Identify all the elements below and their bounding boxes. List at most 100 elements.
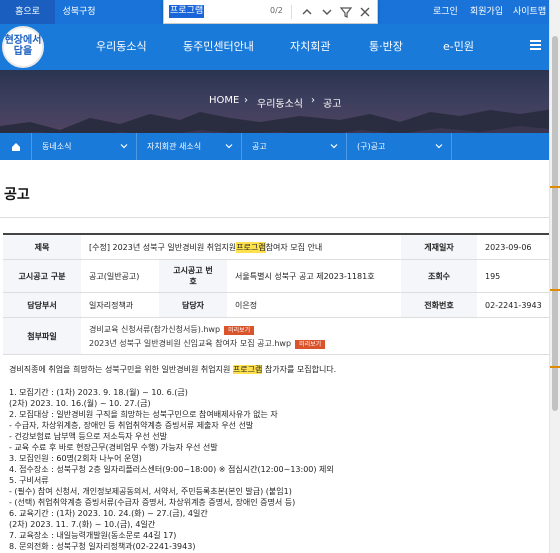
- intro-text: 경비직종에 취업을 희망하는 성북구민을 위한 일반경비원 취업지원: [9, 365, 233, 374]
- header-cell: 고시공고 번호: [159, 260, 227, 292]
- header-cell: 조회수: [401, 260, 477, 292]
- attachment-item: 경비교육 신청서류(참가신청서등).hwp 미리보기: [89, 324, 255, 335]
- body-line: 4. 접수장소 : 성북구청 2층 일자리플러스센터(9:00~18:00) ※…: [9, 465, 334, 474]
- logo-text: 현장에서답을: [4, 35, 42, 57]
- body-line: 1. 모집기간 : (1차) 2023. 9. 18.(월) ~ 10. 6.(…: [9, 388, 188, 397]
- body-line: - 건강보험료 납부액 등으로 저소득자 우선 선발: [9, 432, 167, 441]
- notice-detail-table: 제목 [수정] 2023년 성북구 일반경비원 취업지원 프로그램 참여자 모집…: [3, 233, 549, 355]
- subnav-label: (구)공고: [357, 142, 386, 151]
- breadcrumb-separator: ›: [244, 95, 248, 106]
- notice-number: 서울특별시 성북구 공고 제2023-1181호: [235, 271, 375, 281]
- body-line: 7. 교육장소 : 내일능력개발원(동소문로 44길 17): [9, 531, 177, 540]
- find-match-count: 0/2: [270, 6, 283, 15]
- close-icon[interactable]: [356, 3, 374, 21]
- attachment-item: 2023년 성북구 일반경비원 신임교육 참여자 모집 공고.hwp 미리보기: [89, 338, 326, 349]
- post-date: 2023-09-06: [485, 242, 532, 252]
- attachment-link[interactable]: 경비교육 신청서류(참가신청서등).hwp: [89, 325, 220, 334]
- chevron-down-icon: [120, 144, 128, 149]
- chevron-down-icon: [330, 144, 338, 149]
- scrollbar-thumb[interactable]: [552, 36, 558, 411]
- home-tab[interactable]: 홈으로: [0, 0, 55, 24]
- chevron-down-icon[interactable]: [318, 3, 336, 21]
- login-link[interactable]: 로그인: [433, 0, 458, 24]
- title-divider: [0, 217, 549, 218]
- breadcrumb-news[interactable]: 우리동소식: [257, 95, 303, 110]
- preview-button[interactable]: 미리보기: [224, 326, 255, 335]
- body-line: - 교육 수료 후 바로 현장근무(경비업무 수행) 가능자 우선 선발: [9, 443, 218, 452]
- chevron-down-icon: [435, 144, 443, 149]
- filter-icon[interactable]: [337, 3, 355, 21]
- nav-news[interactable]: 우리동소식: [96, 38, 147, 54]
- subnav-home-button[interactable]: [0, 133, 32, 160]
- seongbuk-gu-tab[interactable]: 성북구청: [55, 0, 103, 24]
- body-line: - (선택) 취업취약계층 증빙서류(수급자 증명서, 차상위계층 증명서, 장…: [9, 498, 296, 507]
- find-match-marker: [550, 289, 560, 291]
- body-line: 6. 교육기간 : (1차) 2023. 10. 24.(화) ~ 27.(금)…: [9, 509, 208, 518]
- preview-button[interactable]: 미리보기: [295, 340, 326, 349]
- subnav-label: 공고: [252, 142, 267, 151]
- chevron-up-icon[interactable]: [298, 3, 316, 21]
- join-link[interactable]: 회원가입: [470, 0, 503, 24]
- notice-intro: 경비직종에 취업을 희망하는 성북구민을 위한 일반경비원 취업지원 프로그램 …: [9, 364, 336, 375]
- subnav-label: 자치회관 새소식: [147, 142, 202, 151]
- nav-community-hall[interactable]: 자치회관: [290, 38, 330, 54]
- home-icon: [12, 143, 20, 151]
- header-cell: 게재일자: [401, 235, 477, 259]
- find-in-page-bar: 프로그램 0/2: [163, 0, 378, 24]
- site-logo[interactable]: 현장에서답을: [2, 26, 44, 68]
- header-cell: 첨부파일: [3, 318, 81, 354]
- subnav-select-notice[interactable]: 공고: [242, 133, 347, 160]
- subnav-label: 동네소식: [42, 142, 72, 151]
- find-divider: [291, 5, 292, 19]
- notice-type: 공고(일반공고): [89, 271, 140, 281]
- vertical-scrollbar[interactable]: [549, 0, 560, 553]
- view-count: 195: [485, 271, 501, 281]
- table-row: 고시공고 구분 공고(일반공고) 고시공고 번호 서울특별시 성북구 공고 제2…: [3, 260, 549, 293]
- search-highlight: 프로그램: [236, 241, 266, 253]
- search-highlight: 프로그램: [232, 365, 263, 374]
- subnav-select-neighborhood-news[interactable]: 동네소식: [32, 133, 137, 160]
- subnav-select-hall-news[interactable]: 자치회관 새소식: [137, 133, 242, 160]
- intro-text: 참가자를 모집합니다.: [262, 365, 337, 374]
- table-row: 제목 [수정] 2023년 성북구 일반경비원 취업지원 프로그램 참여자 모집…: [3, 235, 549, 260]
- find-match-marker: [550, 366, 560, 368]
- body-line: (2차) 2023. 10. 16.(월) ~ 10. 27.(금): [9, 399, 151, 408]
- phone-number: 02-2241-3943: [485, 300, 542, 310]
- body-line: 8. 문의전화 : 성북구청 일자리정책과(02-2241-3943): [9, 542, 196, 551]
- breadcrumb-home[interactable]: HOME: [209, 95, 239, 106]
- chevron-down-icon: [225, 144, 233, 149]
- page-title: 공고: [4, 187, 30, 203]
- find-match-marker: [550, 186, 560, 188]
- menu-icon[interactable]: [530, 40, 541, 50]
- contact-person: 이은정: [235, 300, 258, 310]
- notice-title: [수정] 2023년 성북구 일반경비원 취업지원 프로그램 참여자 모집 안내: [81, 235, 401, 259]
- header-cell: 담당자: [159, 293, 227, 317]
- header-cell: 담당부서: [3, 293, 81, 317]
- breadcrumb-separator: ›: [311, 95, 315, 106]
- nav-e-civil[interactable]: e-민원: [443, 38, 474, 54]
- nav-center-info[interactable]: 동주민센터안내: [183, 38, 254, 54]
- body-line: 5. 구비서류: [9, 476, 49, 485]
- title-text: [수정] 2023년 성북구 일반경비원 취업지원: [89, 242, 237, 252]
- table-row: 담당부서 일자리정책과 담당자 이은정 전화번호 02-2241-3943: [3, 293, 549, 318]
- body-line: 3. 모집인원 : 60명(2회차 나누어 운영): [9, 454, 142, 463]
- header-cell: 고시공고 구분: [3, 260, 81, 292]
- breadcrumb-notice: 공고: [323, 99, 342, 110]
- sub-navigation: 동네소식 자치회관 새소식 공고 (구)공고: [0, 133, 549, 160]
- find-query-input[interactable]: 프로그램: [169, 5, 205, 18]
- department: 일자리정책과: [89, 300, 134, 310]
- sitemap-link[interactable]: 사이트맵: [513, 0, 546, 24]
- body-line: 2. 모집대상 : 일반경비원 구직을 희망하는 성북구민으로 참여배제사유가 …: [9, 410, 278, 419]
- site-header: 현장에서답을 우리동소식 동주민센터안내 자치회관 통·반장 e-민원: [0, 24, 560, 70]
- header-cell: 제목: [3, 235, 81, 259]
- body-line: - (필수) 참여 신청서, 개인정보제공동의서, 서약서, 주민등록초본(본인…: [9, 487, 292, 496]
- subnav-select-old-notice[interactable]: (구)공고: [347, 133, 452, 160]
- body-line: (2차) 2023. 11. 7.(화) ~ 10.(금), 4일간: [9, 520, 156, 529]
- attachment-link[interactable]: 2023년 성북구 일반경비원 신임교육 참여자 모집 공고.hwp: [89, 339, 291, 348]
- nav-leaders[interactable]: 통·반장: [369, 38, 403, 54]
- table-row: 첨부파일 경비교육 신청서류(참가신청서등).hwp 미리보기 2023년 성북구…: [3, 318, 549, 355]
- body-line: - 수급자, 차상위계층, 장애인 등 취업취약계층 증빙서류 제출자 우선 선…: [9, 421, 254, 430]
- attachments: 경비교육 신청서류(참가신청서등).hwp 미리보기 2023년 성북구 일반경비…: [81, 318, 549, 354]
- title-text: 참여자 모집 안내: [265, 242, 323, 252]
- header-cell: 전화번호: [401, 293, 477, 317]
